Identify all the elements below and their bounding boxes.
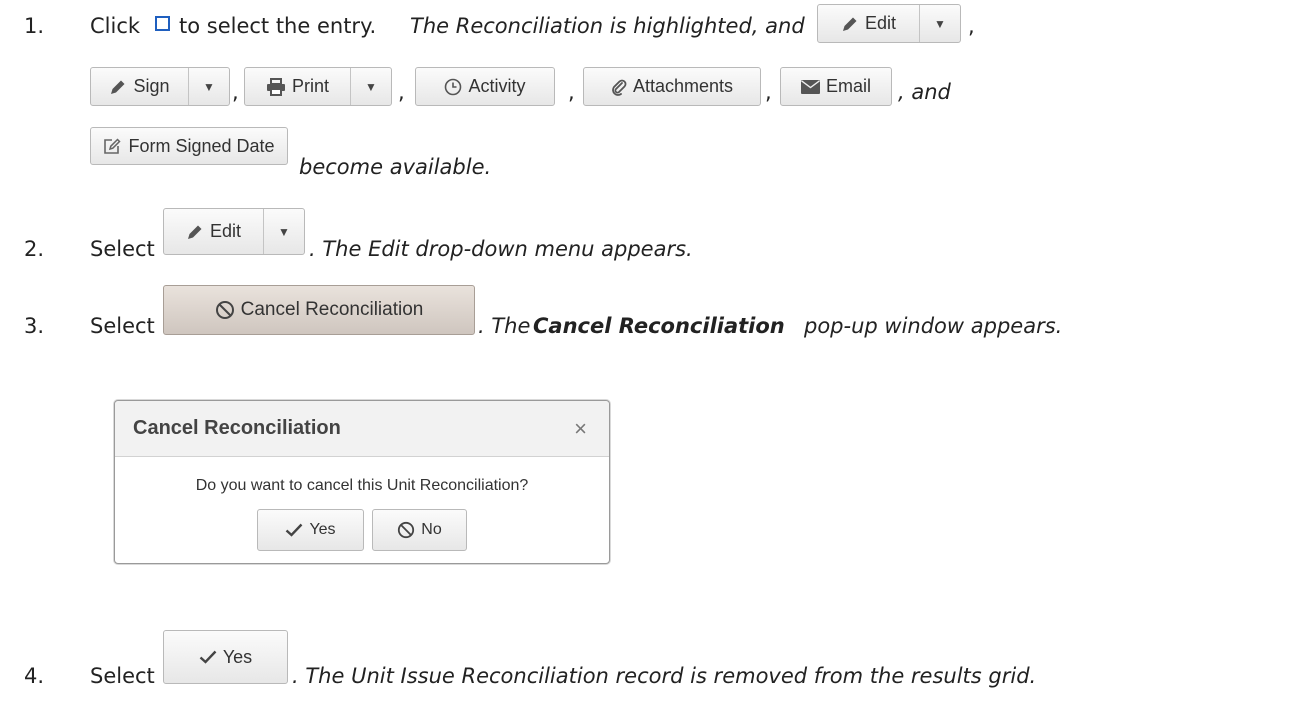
ban-icon xyxy=(215,301,234,319)
sign-split-button[interactable]: Sign ▼ xyxy=(90,67,230,106)
dialog-buttons: Yes No xyxy=(115,509,609,551)
form-signed-date-button[interactable]: Form Signed Date xyxy=(90,127,288,165)
printer-icon xyxy=(266,77,285,96)
step-3-bold-italic: Cancel Reconciliation xyxy=(533,314,785,338)
ban-icon xyxy=(398,521,415,539)
step-1-become-text: become available. xyxy=(299,155,492,179)
step-3-number: 3. xyxy=(24,314,45,338)
paperclip-icon xyxy=(612,79,627,96)
dialog-message: Do you want to cancel this Unit Reconcil… xyxy=(195,477,529,494)
print-split-button[interactable]: Print ▼ xyxy=(244,67,392,106)
comma: , xyxy=(765,80,772,104)
caret-down-icon[interactable]: ▼ xyxy=(919,5,960,42)
comma: , xyxy=(232,80,239,104)
edit-button-main[interactable]: Edit xyxy=(818,5,919,42)
edit-button-main[interactable]: Edit xyxy=(164,209,263,254)
checkbox-icon[interactable] xyxy=(155,16,170,31)
sign-button-label: Sign xyxy=(133,76,170,96)
cancel-reconciliation-button[interactable]: Cancel Reconciliation xyxy=(163,285,475,335)
email-button[interactable]: Email xyxy=(780,67,892,106)
step-3-italic-pre: . The xyxy=(478,314,531,338)
pencil-icon xyxy=(842,17,857,31)
edit-box-icon xyxy=(104,138,122,154)
yes-button[interactable]: Yes xyxy=(257,509,364,551)
attachments-button-label: Attachments xyxy=(632,76,734,96)
dialog-title: Cancel Reconciliation xyxy=(133,417,341,439)
activity-button[interactable]: Activity xyxy=(415,67,555,106)
yes-button-label: Yes xyxy=(222,646,253,667)
print-button-main[interactable]: Print xyxy=(245,68,350,105)
no-button-label: No xyxy=(421,521,442,538)
yes-button[interactable]: Yes xyxy=(163,630,288,684)
step-1-number: 1. xyxy=(24,14,45,38)
email-button-label: Email xyxy=(825,76,871,96)
cancel-reconciliation-dialog: Cancel Reconciliation × Do you want to c… xyxy=(114,400,610,564)
check-icon xyxy=(199,650,217,664)
caret-down-icon[interactable]: ▼ xyxy=(350,68,391,105)
step-3-italic-post: pop-up window appears. xyxy=(804,314,1063,338)
caret-down-icon[interactable]: ▼ xyxy=(188,68,229,105)
edit-button-label: Edit xyxy=(209,221,242,241)
edit-split-button[interactable]: Edit ▼ xyxy=(163,208,305,255)
activity-button-label: Activity xyxy=(468,76,526,96)
cancel-reconciliation-button-label: Cancel Reconciliation xyxy=(240,299,424,320)
sign-button-main[interactable]: Sign xyxy=(91,68,188,105)
pencil-icon xyxy=(111,80,125,94)
pencil-icon xyxy=(187,225,202,239)
step-4-number: 4. xyxy=(24,664,45,688)
step-4-italic-text: . The Unit Issue Reconciliation record i… xyxy=(292,664,1037,688)
envelope-icon xyxy=(800,79,820,94)
step-2-number: 2. xyxy=(24,237,45,261)
step-1-italic-text: The Reconciliation is highlighted, and xyxy=(410,14,805,38)
edit-split-button[interactable]: Edit ▼ xyxy=(817,4,961,43)
check-icon xyxy=(286,523,303,537)
comma: , xyxy=(568,80,575,104)
step-1-and-text: , and xyxy=(898,80,951,104)
edit-button-label: Edit xyxy=(864,13,897,33)
form-signed-date-button-label: Form Signed Date xyxy=(128,135,275,156)
step-4-select-text: Select xyxy=(90,664,155,688)
print-button-label: Print xyxy=(291,76,329,96)
no-button[interactable]: No xyxy=(372,509,467,551)
clock-icon xyxy=(445,78,462,95)
step-2-italic-text: . The Edit drop-down menu appears. xyxy=(309,237,693,261)
comma: , xyxy=(968,14,975,38)
attachments-button[interactable]: Attachments xyxy=(583,67,761,106)
step-1-click-text: Click xyxy=(90,14,141,38)
yes-button-label: Yes xyxy=(309,521,336,538)
step-1-select-text: to select the entry. xyxy=(179,14,377,38)
dialog-header: Cancel Reconciliation × xyxy=(115,401,609,457)
step-3-select-text: Select xyxy=(90,314,155,338)
step-2-select-text: Select xyxy=(90,237,155,261)
caret-down-icon[interactable]: ▼ xyxy=(263,209,304,254)
comma: , xyxy=(398,80,405,104)
close-icon[interactable]: × xyxy=(574,416,587,442)
